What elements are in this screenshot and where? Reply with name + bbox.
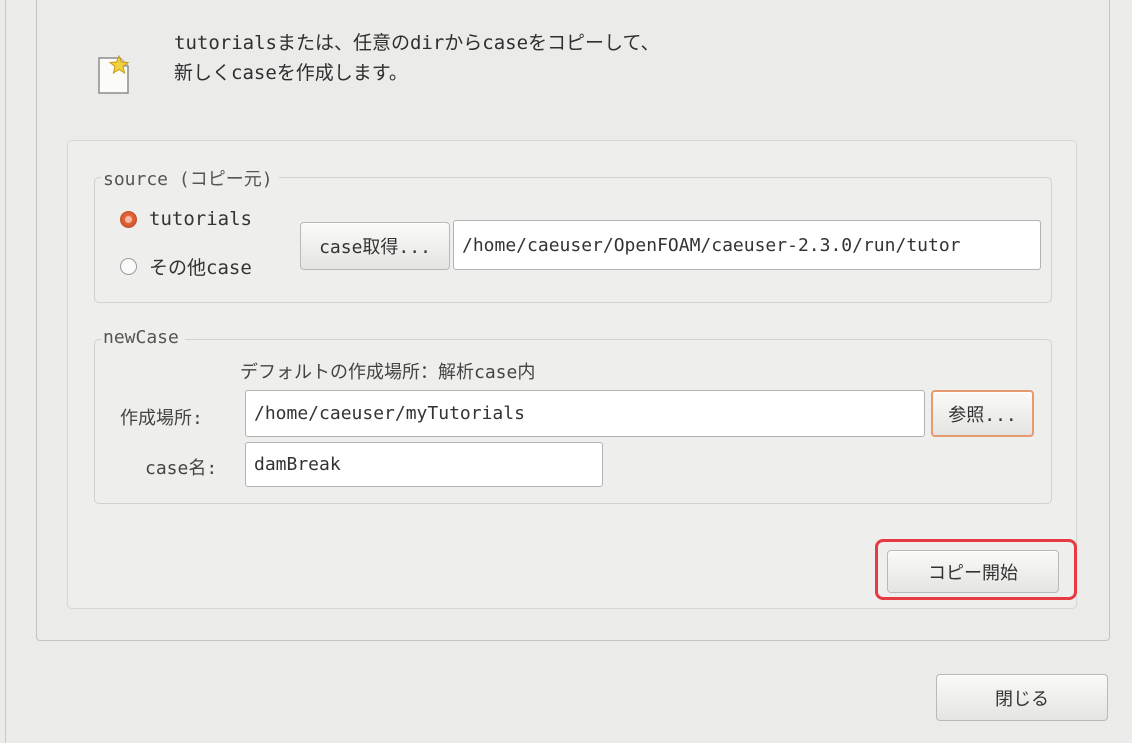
dialog-description: tutorialsまたは、任意のdirからcaseをコピーして、 新しくcase… (174, 32, 660, 84)
location-label: 作成場所: (120, 408, 203, 429)
radio-other-case-label: その他case (149, 257, 252, 279)
source-path-field[interactable]: /home/caeuser/OpenFOAM/caeuser-2.3.0/run… (453, 220, 1041, 270)
radio-other-case[interactable]: その他case (120, 253, 252, 280)
close-button[interactable]: 閉じる (936, 674, 1108, 721)
window-edge (5, 0, 6, 743)
default-location-note: デフォルトの作成場所：解析case内 (240, 362, 536, 383)
case-name-label: case名: (145, 458, 218, 479)
radio-tutorials-indicator[interactable] (120, 210, 137, 228)
browse-button[interactable]: 参照... (931, 390, 1034, 437)
radio-tutorials[interactable]: tutorials (120, 208, 252, 230)
new-case-group-title: newCase (101, 327, 185, 348)
new-case-group: newCase デフォルトの作成場所：解析case内 作成場所: /home/c… (94, 327, 1052, 504)
new-document-star-icon (96, 54, 132, 96)
source-group: source (コピー元) tutorials その他case case取得..… (94, 165, 1052, 303)
radio-tutorials-label: tutorials (149, 208, 252, 230)
case-name-field[interactable]: damBreak (245, 442, 603, 487)
location-field[interactable]: /home/caeuser/myTutorials (245, 390, 925, 437)
copy-case-panel: source (コピー元) tutorials その他case case取得..… (67, 140, 1077, 609)
source-group-title: source (コピー元) (101, 165, 279, 191)
case-fetch-button[interactable]: case取得... (300, 222, 450, 270)
radio-other-case-indicator[interactable] (120, 258, 137, 275)
start-copy-button[interactable]: コピー開始 (887, 550, 1059, 593)
